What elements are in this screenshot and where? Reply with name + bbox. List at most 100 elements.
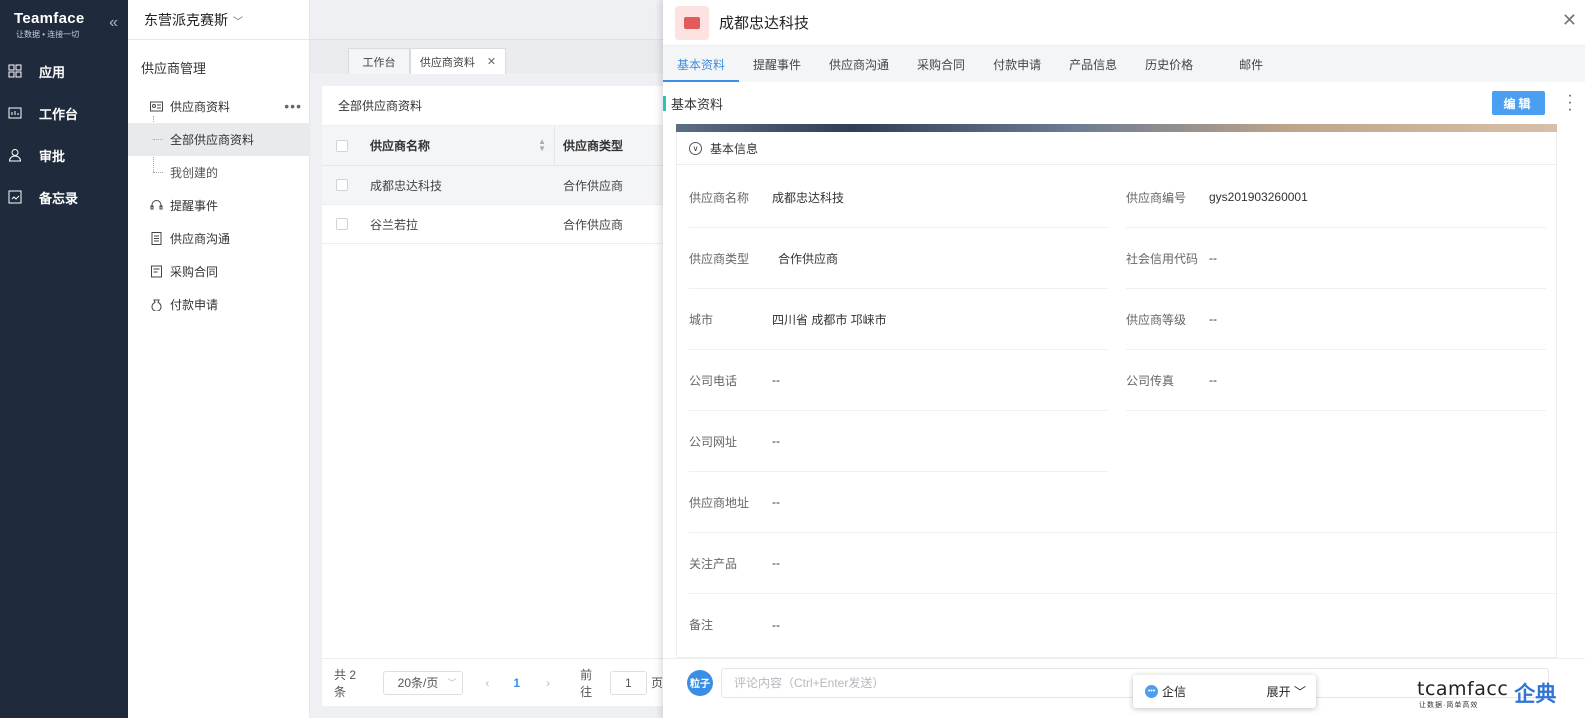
menu-item-all-suppliers[interactable]: 全部供应商资料 xyxy=(128,123,310,156)
field-value: gys201903260001 xyxy=(1209,190,1308,204)
menu-item-created-by-me[interactable]: 我创建的 xyxy=(128,156,310,189)
menu-label: 供应商资料 xyxy=(170,100,231,114)
expand-button[interactable]: 展开 ﹀ xyxy=(1267,683,1306,700)
field-address: 供应商地址 -- xyxy=(689,472,1556,533)
detail-tab-reminders[interactable]: 提醒事件 xyxy=(739,46,815,82)
page-size-value: 20条/页 xyxy=(397,676,439,690)
module-menu: 供应商资料 ••• 全部供应商资料 我创建的 提醒事件 供应商沟通 采购合同 付… xyxy=(128,90,310,321)
supplier-list: 全部供应商资料 供应商名称 ▲ ▼ 供应商类型 成都忠达科技 合作供应商 谷兰若拉… xyxy=(322,86,663,706)
section-header: 基本资料 编辑 · · · xyxy=(663,82,1585,124)
page-size-select[interactable]: 20条/页 ﹀ xyxy=(382,670,464,695)
nav-item-memo[interactable]: 备忘录 xyxy=(0,176,128,218)
detail-panel: 成都忠达科技 ✕ 基本资料 提醒事件 供应商沟通 采购合同 付款申请 产品信息 … xyxy=(663,0,1585,718)
menu-label: 供应商沟通 xyxy=(170,232,231,246)
chat-bubble-icon: ••• xyxy=(1145,685,1158,698)
field-value: -- xyxy=(772,373,780,387)
row-checkbox[interactable] xyxy=(336,179,348,191)
field-label: 关注产品 xyxy=(689,556,738,571)
table-row[interactable]: 谷兰若拉 合作供应商 xyxy=(322,205,663,244)
field-value: 合作供应商 xyxy=(778,251,839,266)
list-area: 工作台 供应商资料 ✕ 全部供应商资料 供应商名称 ▲ ▼ 供应商类型 成都忠达科… xyxy=(310,0,663,718)
more-icon[interactable]: ••• xyxy=(284,98,302,114)
watermark-logo: tcamfacc 让数据·简单高效 企典 xyxy=(1417,678,1556,714)
detail-header: 成都忠达科技 ✕ xyxy=(663,0,1585,45)
section-marker xyxy=(663,95,666,111)
field-label: 公司网址 xyxy=(689,434,738,449)
brand: Teamface 让数据 • 连接一切 « xyxy=(0,0,128,50)
field-value: -- xyxy=(1209,373,1217,387)
menu-item-purchase-contract[interactable]: 采购合同 xyxy=(128,255,310,288)
tab-supplier-profile[interactable]: 供应商资料 ✕ xyxy=(410,48,506,74)
cell-type: 合作供应商 xyxy=(563,217,624,232)
tab-workbench[interactable]: 工作台 xyxy=(348,48,410,74)
page-suffix: 页 xyxy=(650,676,663,690)
detail-tab-mail[interactable]: 邮件 xyxy=(1225,46,1277,82)
close-tab-icon[interactable]: ✕ xyxy=(487,55,496,68)
main-nav: Teamface 让数据 • 连接一切 « 应用 工作台 审批 备忘录 xyxy=(0,0,128,718)
row-check-cell xyxy=(322,179,362,191)
field-website: 公司网址 -- xyxy=(689,411,1108,472)
menu-item-supplier-profile[interactable]: 供应商资料 ••• xyxy=(128,90,310,123)
menu-label: 采购合同 xyxy=(170,265,219,279)
page-number[interactable]: 1 xyxy=(513,676,520,690)
field-fax: 公司传真 -- xyxy=(1126,350,1546,411)
headset-icon xyxy=(150,200,163,210)
select-all-checkbox[interactable] xyxy=(336,139,348,152)
detail-tab-communication[interactable]: 供应商沟通 xyxy=(815,46,903,82)
sort-icon[interactable]: ▲ ▼ xyxy=(538,138,546,153)
avatar: 粒子 xyxy=(687,669,713,696)
field-value: -- xyxy=(1209,251,1217,265)
group-header[interactable]: ∨ 基本信息 xyxy=(677,132,1556,165)
field-value: -- xyxy=(772,617,780,632)
row-checkbox[interactable] xyxy=(336,218,348,230)
company-switcher[interactable]: 东营派克赛斯 ﹀ xyxy=(144,10,243,30)
menu-item-payment-request[interactable]: 付款申请 xyxy=(128,288,310,321)
detail-tab-products[interactable]: 产品信息 xyxy=(1055,46,1131,82)
watermark-cn: 企典 xyxy=(1514,683,1557,706)
more-vertical-icon[interactable]: · · · xyxy=(1567,88,1573,118)
cell-type: 合作供应商 xyxy=(563,178,624,193)
detail-title: 成都忠达科技 xyxy=(719,15,810,32)
field-label: 供应商类型 xyxy=(689,251,750,266)
table-header: 供应商名称 ▲ ▼ 供应商类型 xyxy=(322,126,663,166)
detail-tab-price-history[interactable]: 历史价格 xyxy=(1131,46,1207,82)
goto-page-input[interactable]: 1 xyxy=(609,670,647,695)
close-icon[interactable]: ✕ xyxy=(1562,10,1577,31)
row-check-cell xyxy=(322,218,362,230)
total-count: 共 2 条 xyxy=(334,667,357,699)
collapse-sidebar-icon[interactable]: « xyxy=(109,14,118,32)
prev-page-icon[interactable]: ‹ xyxy=(485,676,489,690)
field-label: 公司传真 xyxy=(1126,373,1175,388)
pagination: 共 2 条 20条/页 ﹀ ‹ 1 › 前往 1 页 xyxy=(322,658,663,706)
field-credit-code: 社会信用代码 -- xyxy=(1126,228,1546,289)
grid-icon xyxy=(8,64,22,78)
field-label: 供应商名称 xyxy=(689,190,750,205)
detail-tab-basic[interactable]: 基本资料 xyxy=(663,46,740,82)
dashboard-icon xyxy=(8,107,22,119)
nav-item-workbench[interactable]: 工作台 xyxy=(0,92,128,134)
edit-button[interactable]: 编辑 xyxy=(1492,91,1545,115)
divider xyxy=(128,39,310,40)
chat-widget[interactable]: ••• 企信 展开 ﹀ xyxy=(1133,675,1316,708)
menu-item-reminders[interactable]: 提醒事件 xyxy=(128,189,310,222)
chevron-down-icon: ﹀ xyxy=(447,677,457,688)
chat-label: 企信 xyxy=(1162,685,1187,699)
field-value: -- xyxy=(772,556,780,570)
next-page-icon[interactable]: › xyxy=(546,676,550,690)
column-header-name[interactable]: 供应商名称 ▲ ▼ xyxy=(362,126,555,165)
nav-label: 备忘录 xyxy=(39,190,79,206)
field-supplier-code: 供应商编号 gys201903260001 xyxy=(1126,167,1546,228)
nav-item-approval[interactable]: 审批 xyxy=(0,134,128,176)
watermark-en: tcamfacc xyxy=(1417,678,1509,700)
column-header-type[interactable]: 供应商类型 xyxy=(555,137,623,154)
cell-name: 成都忠达科技 xyxy=(370,178,443,193)
field-phone: 公司电话 -- xyxy=(689,350,1108,411)
nav-item-apps[interactable]: 应用 xyxy=(0,50,128,92)
detail-tabs: 基本资料 提醒事件 供应商沟通 采购合同 付款申请 产品信息 历史价格 邮件 xyxy=(663,45,1585,82)
detail-tab-contract[interactable]: 采购合同 xyxy=(903,46,979,82)
company-name: 东营派克赛斯 xyxy=(144,12,228,28)
menu-item-communication[interactable]: 供应商沟通 xyxy=(128,222,310,255)
supplier-logo-icon xyxy=(675,5,709,40)
detail-tab-payment[interactable]: 付款申请 xyxy=(979,46,1055,82)
table-row[interactable]: 成都忠达科技 合作供应商 xyxy=(322,166,663,205)
